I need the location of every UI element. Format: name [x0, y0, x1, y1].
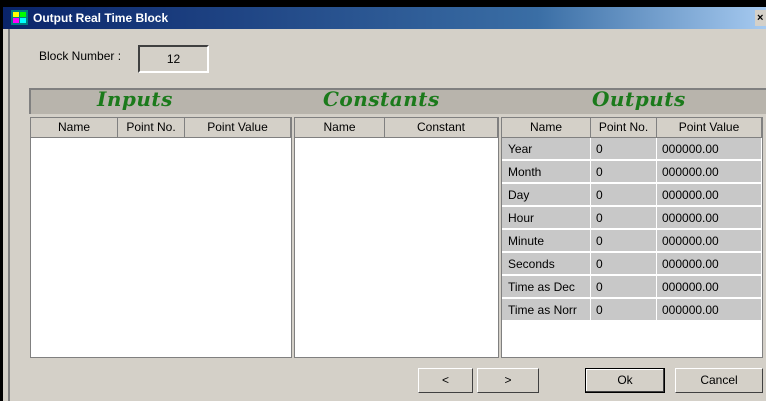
outputs-col-point-value[interactable]: Point Value — [657, 118, 762, 138]
title-bar[interactable]: Output Real Time Block × — [3, 7, 766, 29]
block-number-label: Block Number : — [39, 49, 122, 63]
ok-button[interactable]: Ok — [585, 368, 665, 393]
window-title: Output Real Time Block — [33, 11, 169, 25]
constants-grid[interactable]: Name Constant — [294, 117, 499, 358]
output-cell-point-value[interactable]: 000000.00 — [657, 161, 762, 183]
constants-col-constant[interactable]: Constant — [385, 118, 498, 138]
output-cell-name[interactable]: Minute — [502, 230, 591, 252]
output-cell-point-no[interactable]: 0 — [591, 230, 657, 252]
inputs-col-point-no[interactable]: Point No. — [118, 118, 185, 138]
prev-button[interactable]: < — [418, 368, 473, 393]
cancel-button[interactable]: Cancel — [675, 368, 763, 393]
outputs-title: Outputs — [592, 87, 686, 111]
output-cell-name[interactable]: Time as Norr — [502, 299, 591, 321]
block-number-field: 12 — [138, 45, 209, 73]
output-cell-name[interactable]: Hour — [502, 207, 591, 229]
output-cell-point-value[interactable]: 000000.00 — [657, 184, 762, 206]
output-cell-point-value[interactable]: 000000.00 — [657, 207, 762, 229]
constants-title: Constants — [323, 87, 440, 111]
inputs-col-name[interactable]: Name — [31, 118, 118, 138]
output-cell-name[interactable]: Time as Dec — [502, 276, 591, 298]
output-cell-point-value[interactable]: 000000.00 — [657, 253, 762, 275]
inputs-grid[interactable]: Name Point No. Point Value — [30, 117, 292, 358]
output-cell-point-no[interactable]: 0 — [591, 184, 657, 206]
app-icon — [11, 10, 28, 25]
output-cell-point-value[interactable]: 000000.00 — [657, 230, 762, 252]
output-cell-point-no[interactable]: 0 — [591, 276, 657, 298]
window-frame-left — [8, 29, 10, 401]
output-cell-name[interactable]: Month — [502, 161, 591, 183]
inputs-title: Inputs — [97, 87, 173, 111]
output-cell-point-no[interactable]: 0 — [591, 207, 657, 229]
output-cell-name[interactable]: Seconds — [502, 253, 591, 275]
outputs-grid[interactable]: Name Point No. Point Value Year 0 000000.0… — [501, 117, 763, 358]
output-cell-point-value[interactable]: 000000.00 — [657, 276, 762, 298]
output-cell-name[interactable]: Year — [502, 138, 591, 160]
next-button[interactable]: > — [477, 368, 539, 393]
output-cell-point-no[interactable]: 0 — [591, 253, 657, 275]
inputs-col-point-value[interactable]: Point Value — [185, 118, 291, 138]
output-cell-point-no[interactable]: 0 — [591, 299, 657, 321]
output-cell-name[interactable]: Day — [502, 184, 591, 206]
outputs-col-point-no[interactable]: Point No. — [591, 118, 657, 138]
constants-col-name[interactable]: Name — [295, 118, 385, 138]
close-icon[interactable]: × — [755, 10, 766, 26]
output-cell-point-no[interactable]: 0 — [591, 138, 657, 160]
output-cell-point-no[interactable]: 0 — [591, 161, 657, 183]
output-cell-point-value[interactable]: 000000.00 — [657, 299, 762, 321]
output-cell-point-value[interactable]: 000000.00 — [657, 138, 762, 160]
outputs-col-name[interactable]: Name — [502, 118, 591, 138]
